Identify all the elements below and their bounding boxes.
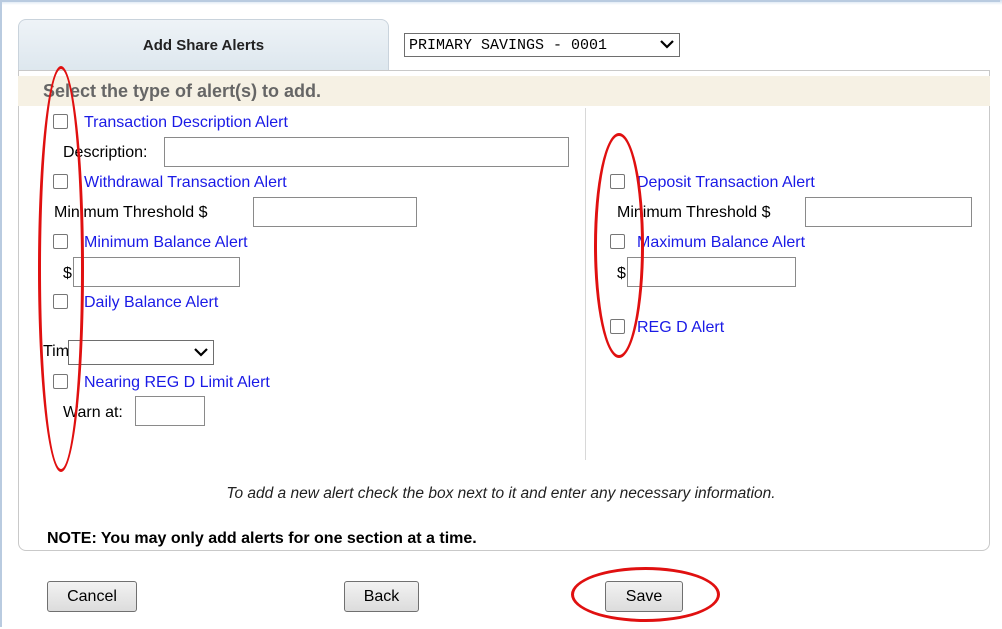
description-input[interactable]: [164, 137, 569, 167]
chevron-down-icon: [193, 344, 209, 360]
time-select[interactable]: [68, 340, 214, 365]
account-select-value: PRIMARY SAVINGS - 0001: [409, 36, 608, 54]
instructions-text: To add a new alert check the box next to…: [226, 485, 776, 502]
withdrawal-threshold-input[interactable]: [253, 197, 417, 227]
transaction-description-alert-link[interactable]: Transaction Description Alert: [84, 114, 288, 132]
reg-d-alert-link[interactable]: REG D Alert: [637, 319, 724, 337]
minimum-balance-alert-link[interactable]: Minimum Balance Alert: [84, 234, 248, 252]
column-divider: [585, 108, 586, 460]
chevron-down-icon: [659, 36, 675, 52]
annotation-oval-right-checkboxes: [594, 133, 644, 358]
note-text: NOTE: You may only add alerts for one se…: [47, 530, 477, 547]
withdrawal-transaction-alert-link[interactable]: Withdrawal Transaction Alert: [84, 174, 287, 192]
cancel-button[interactable]: Cancel: [47, 581, 137, 612]
annotation-oval-left-checkboxes: [38, 66, 84, 472]
warn-at-input[interactable]: [135, 396, 205, 426]
maximum-balance-alert-link[interactable]: Maximum Balance Alert: [637, 234, 805, 252]
account-select[interactable]: PRIMARY SAVINGS - 0001: [404, 33, 680, 57]
section-heading: Select the type of alert(s) to add.: [18, 76, 990, 106]
daily-balance-alert-link[interactable]: Daily Balance Alert: [84, 294, 218, 312]
back-button[interactable]: Back: [344, 581, 419, 612]
annotation-oval-save-button: [571, 567, 720, 622]
minimum-balance-input[interactable]: [73, 257, 240, 287]
nearing-reg-d-limit-alert-link[interactable]: Nearing REG D Limit Alert: [84, 374, 270, 392]
deposit-transaction-alert-link[interactable]: Deposit Transaction Alert: [637, 174, 815, 192]
tab-add-share-alerts[interactable]: Add Share Alerts: [18, 19, 389, 71]
maximum-balance-input[interactable]: [627, 257, 796, 287]
tab-label: Add Share Alerts: [142, 37, 265, 54]
deposit-threshold-input[interactable]: [805, 197, 972, 227]
